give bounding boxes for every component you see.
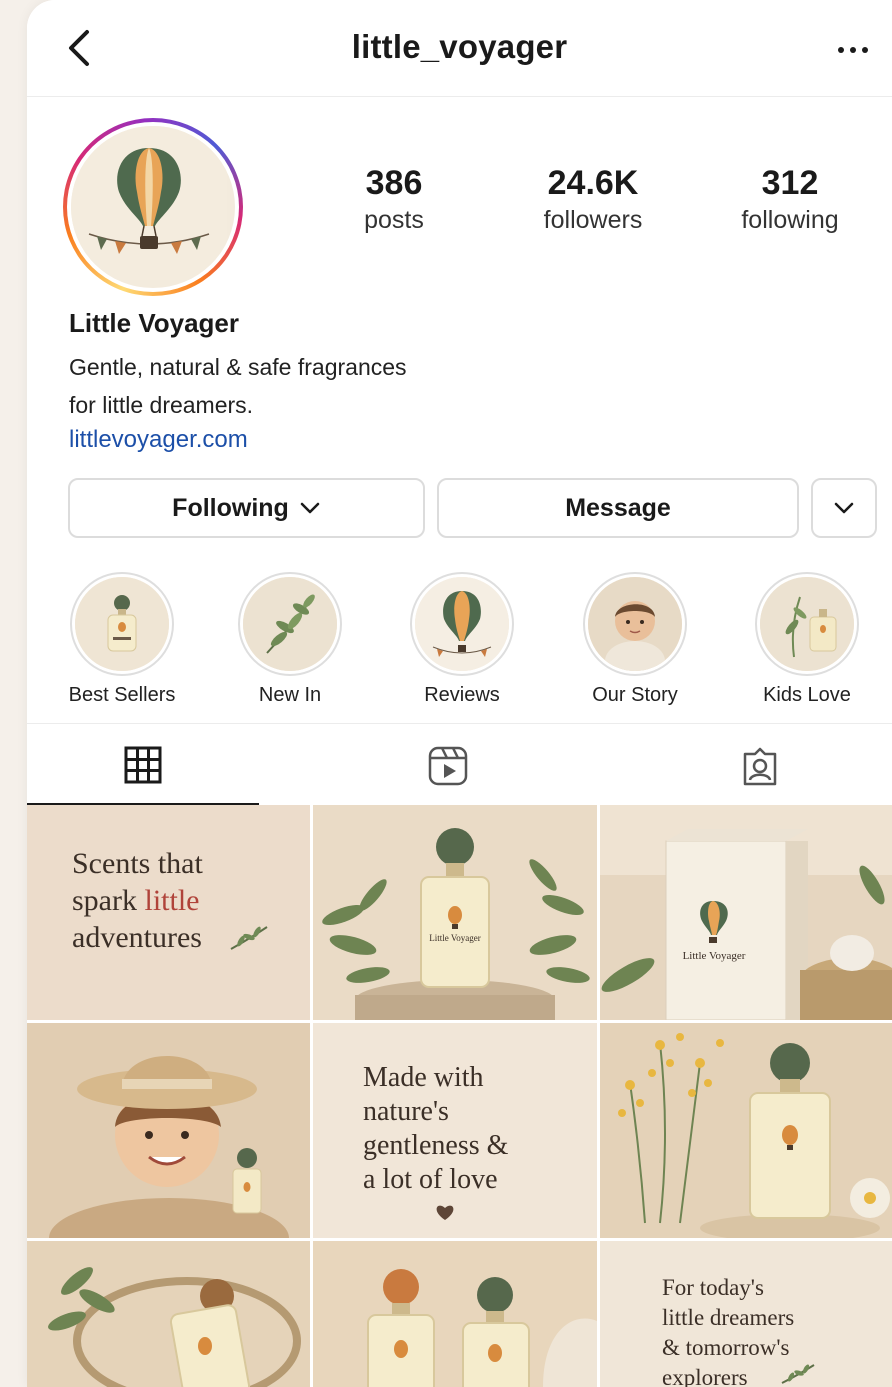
highlight-ring [70, 572, 174, 676]
quote-line: Made with [363, 1062, 484, 1093]
followers-count[interactable]: 24.6K followers [513, 163, 673, 235]
bottle-with-flowers-image [600, 1023, 892, 1238]
quote-line: Scents that [72, 847, 203, 880]
chevron-down-icon [834, 502, 854, 514]
bottle-label: Little Voyager [429, 933, 480, 943]
quote-line: a lot of love [363, 1164, 498, 1195]
post-quote-scents[interactable]: Scents that spark little adventures [27, 805, 310, 1020]
bio-line: for little dreamers. [69, 392, 254, 418]
highlight-label: Kids Love [763, 684, 851, 706]
hot-air-balloon-logo [71, 126, 235, 288]
following-count[interactable]: 312 following [710, 163, 870, 235]
highlight-ring [410, 572, 514, 676]
child-photo-thumbnail [588, 577, 682, 671]
highlight-ring [583, 572, 687, 676]
highlight-best-sellers[interactable]: Best Sellers [52, 572, 192, 707]
more-dot-icon [838, 47, 844, 53]
heart-icon [436, 1205, 454, 1220]
quote-line: explorers [662, 1365, 748, 1387]
quote-line: & tomorrow's [662, 1335, 790, 1360]
post-quote-text: Made with nature's gentleness & a lot of… [363, 1061, 508, 1197]
highlight-kids-love[interactable]: Kids Love [737, 572, 877, 707]
leaf-sprig-icon [781, 1364, 815, 1384]
post-quote-dreamers[interactable]: For today's little dreamers & tomorrow's… [600, 1241, 892, 1387]
highlight-ring [238, 572, 342, 676]
child-with-bottle-image [27, 1023, 310, 1238]
post-child-hat[interactable] [27, 1023, 310, 1238]
two-bottles-image [313, 1241, 597, 1387]
stat-label: posts [364, 206, 424, 234]
box-label: Little Voyager [683, 950, 746, 962]
more-options-button[interactable] [832, 28, 878, 72]
profile-name: Little Voyager [69, 308, 240, 338]
tagged-icon [743, 747, 777, 786]
stat-value: 312 [761, 164, 819, 202]
post-bottle-box[interactable]: Little Voyager [600, 805, 892, 1020]
suggested-accounts-button[interactable] [811, 478, 877, 538]
quote-line: For today's [662, 1275, 764, 1300]
leaf-sprig-icon [230, 926, 268, 950]
stat-value: 386 [365, 164, 423, 202]
message-label: Message [565, 493, 671, 522]
tab-tagged[interactable] [644, 724, 876, 806]
post-quote-text: For today's little dreamers & tomorrow's… [662, 1273, 794, 1387]
following-button[interactable]: Following [68, 478, 425, 538]
post-bottle-wreath[interactable] [27, 1241, 310, 1387]
following-label: Following [172, 493, 289, 522]
bottle-on-stone-image: Little Voyager [313, 805, 597, 1020]
quote-line: adventures [72, 921, 202, 954]
post-quote-text: Scents that spark little adventures [72, 845, 203, 956]
quote-line: spark [72, 884, 145, 917]
highlight-new-in[interactable]: New In [220, 572, 360, 707]
profile-screen: little_voyager 386 posts 24.6K followers… [27, 0, 892, 1387]
quote-line: little dreamers [662, 1305, 795, 1330]
bottle-and-plants-thumbnail [760, 577, 854, 671]
bottle-in-wreath-image [27, 1241, 310, 1387]
username-title: little_voyager [351, 28, 568, 65]
highlight-label: Our Story [592, 684, 678, 706]
post-quote-nature[interactable]: Made with nature's gentleness & a lot of… [313, 1023, 597, 1238]
profile-tabs [27, 723, 892, 806]
tab-reels[interactable] [332, 724, 564, 806]
leaf-branch-thumbnail [243, 577, 337, 671]
tab-posts-grid[interactable] [27, 724, 259, 806]
post-bottle-flowers[interactable] [600, 1023, 892, 1238]
posts-count[interactable]: 386 posts [314, 163, 474, 235]
profile-bio: Gentle, natural & safe fragrances for li… [69, 348, 407, 424]
profile-avatar[interactable] [63, 118, 243, 296]
gift-box-image: Little Voyager [600, 805, 892, 1020]
website-link[interactable]: littlevoyager.com [69, 426, 248, 454]
more-dot-icon [850, 47, 856, 53]
grid-icon [124, 746, 162, 784]
top-bar: little_voyager [27, 0, 892, 97]
stat-label: followers [543, 206, 643, 234]
more-dot-icon [862, 47, 868, 53]
quote-line: nature's [363, 1096, 449, 1127]
stat-label: following [741, 206, 839, 234]
quote-highlight-word: little [144, 884, 200, 917]
stat-value: 24.6K [547, 164, 639, 202]
bio-line: Gentle, natural & safe fragrances [69, 354, 407, 380]
chevron-down-icon [300, 502, 320, 514]
perfume-bottle-thumbnail [75, 577, 169, 671]
highlight-reviews[interactable]: Reviews [392, 572, 532, 707]
highlight-label: New In [258, 684, 322, 706]
hot-air-balloon-thumbnail [415, 577, 509, 671]
highlight-our-story[interactable]: Our Story [565, 572, 705, 707]
post-two-bottles[interactable] [313, 1241, 597, 1387]
quote-line: gentleness & [363, 1130, 509, 1161]
post-bottle-leaves[interactable]: Little Voyager [313, 805, 597, 1020]
message-button[interactable]: Message [437, 478, 799, 538]
highlight-label: Best Sellers [68, 684, 176, 706]
reels-icon [428, 746, 468, 786]
highlight-ring [755, 572, 859, 676]
highlight-label: Reviews [424, 684, 500, 706]
